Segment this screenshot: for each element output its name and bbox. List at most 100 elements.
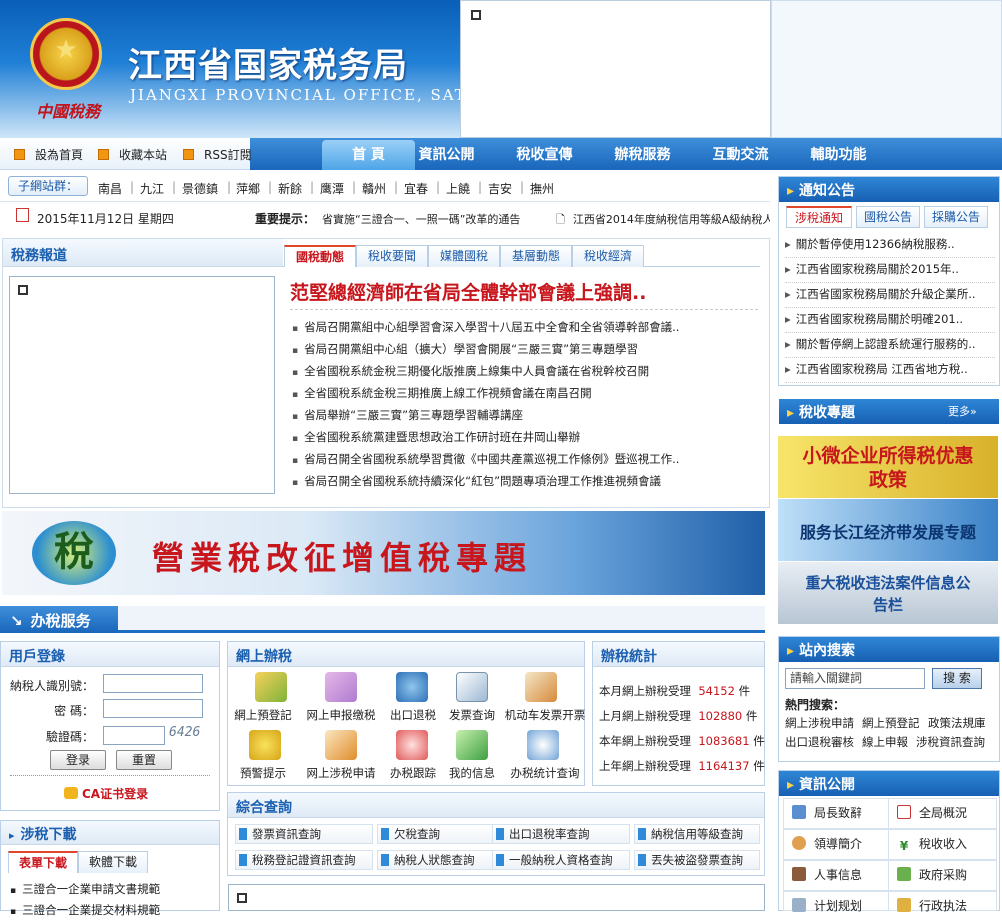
search-input[interactable]: 請輸入關鍵詞: [785, 668, 925, 689]
tab-tax-news[interactable]: 國稅動態: [284, 245, 356, 267]
hot-search-link[interactable]: 出口退稅審核: [785, 734, 854, 750]
vehicle-invoice-icon[interactable]: [525, 672, 557, 702]
reset-button[interactable]: 重置: [116, 750, 172, 770]
news-item[interactable]: 省局召開全省國稅系統學習貫徹《中國共產黨巡視工作條例》暨巡視工作..: [292, 451, 760, 467]
notice-item[interactable]: 江西省國家稅務局 江西省地方稅..: [785, 361, 995, 383]
city-link[interactable]: 吉安: [488, 180, 512, 197]
news-item[interactable]: 省局召開全省國稅系統持續深化“紅包”問題專項治理工作推進視頻會議: [292, 473, 760, 489]
info-link[interactable]: 局長致辭: [783, 798, 892, 829]
info-link[interactable]: 计划规划: [783, 891, 892, 913]
login-button[interactable]: 登录: [50, 750, 106, 770]
tab-software-download[interactable]: 軟體下載: [78, 851, 148, 873]
topic-banner-yangtze[interactable]: 服务长江经济带发展专题: [778, 499, 998, 561]
city-link[interactable]: 鹰潭: [320, 180, 344, 197]
declare-pay-icon[interactable]: [325, 672, 357, 702]
invoice-search-icon[interactable]: [456, 672, 488, 702]
tab-grassroots[interactable]: 基層動態: [500, 245, 572, 267]
query-link[interactable]: 丟失被盜發票查詢: [634, 850, 760, 870]
vat-reform-banner[interactable]: 稅 營業稅改征增值稅專題: [2, 511, 765, 595]
info-link[interactable]: 領導簡介: [783, 829, 892, 860]
nav-interaction[interactable]: 互動交流: [694, 140, 787, 170]
city-link[interactable]: 九江: [140, 180, 164, 197]
hot-search-link[interactable]: 網上涉稅申請: [785, 715, 854, 731]
news-item[interactable]: 全省國稅系統金稅三期優化版推廣上線集中人員會議在省稅幹校召開: [292, 363, 760, 379]
tab-economy[interactable]: 稅收經濟: [572, 245, 644, 267]
tip-link[interactable]: 🗋 江西省2014年度納稅信用等級A級納稅人名單: [556, 211, 770, 230]
topic-banner-violations[interactable]: 重大税收违法案件信息公告栏: [778, 562, 998, 624]
city-link[interactable]: 南昌: [98, 180, 122, 197]
nav-tax-service[interactable]: 辦稅服務: [596, 140, 689, 170]
info-link[interactable]: ¥ 稅收收入: [888, 829, 997, 860]
tax-apply-label[interactable]: 网上涉税申请: [301, 765, 381, 781]
download-item[interactable]: 三證合一企業提交材料規範: [10, 902, 160, 918]
nav-info-public[interactable]: 資訊公開: [400, 140, 493, 170]
city-link[interactable]: 景德鎮: [182, 180, 218, 197]
nav-aux[interactable]: 輔助功能: [792, 140, 885, 170]
pre-register-label[interactable]: 網上預登記: [223, 707, 303, 723]
notice-item[interactable]: 江西省國家稅務局關於2015年..: [785, 261, 995, 283]
city-link[interactable]: 撫州: [530, 180, 554, 197]
notice-item[interactable]: 江西省國家稅務局關於升級企業所..: [785, 286, 995, 308]
invoice-search-label[interactable]: 发票查询: [432, 707, 512, 723]
captcha-input[interactable]: [103, 726, 165, 745]
headline-link[interactable]: 范堅總經濟師在省局全體幹部會議上強調..: [290, 278, 646, 305]
news-item[interactable]: 全省國稅系統金稅三期推廣上線工作視頻會議在南昌召開: [292, 385, 760, 401]
captcha-image[interactable]: 6426: [169, 725, 200, 740]
notice-item[interactable]: 江西省國家稅務局關於明確201..: [785, 311, 995, 333]
hot-search-link[interactable]: 網上預登記: [862, 715, 920, 731]
query-link[interactable]: 一般納稅人資格查詢: [492, 850, 630, 870]
hot-search-link[interactable]: 涉稅資訊查詢: [916, 734, 985, 750]
nav-tax-promo[interactable]: 稅收宣傳: [498, 140, 591, 170]
news-item[interactable]: 省局召開黨組中心組學習會深入學習十八屆五中全會和全省領導幹部會議..: [292, 319, 760, 335]
topic-banner-small-biz[interactable]: 小微企业所得税优惠政策: [778, 436, 998, 498]
tab-tax-bulletin[interactable]: 國稅公告: [856, 206, 920, 228]
my-info-label[interactable]: 我的信息: [432, 765, 512, 781]
query-link[interactable]: 出口退稅率查詢: [492, 824, 630, 844]
more-link[interactable]: 更多»: [948, 403, 977, 419]
hot-search-link[interactable]: 線上申報: [862, 734, 908, 750]
tip-link[interactable]: 省實施“三證合一、一照一碼”改革的通告: [322, 211, 520, 227]
tab-media[interactable]: 媒體國稅: [428, 245, 500, 267]
vehicle-invoice-label[interactable]: 机动车发票开票: [503, 707, 587, 723]
set-homepage-link[interactable]: 設為首頁: [14, 146, 83, 163]
taxpayer-id-input[interactable]: [103, 674, 203, 693]
ca-cert-login-link[interactable]: CA证书登录: [64, 785, 148, 802]
track-icon[interactable]: [396, 730, 428, 760]
city-link[interactable]: 萍鄉: [236, 180, 260, 197]
city-link[interactable]: 上饒: [446, 180, 470, 197]
query-link[interactable]: 稅務登記證資訊查詢: [235, 850, 373, 870]
news-item[interactable]: 全省國稅系統黨建暨思想政治工作研討班在井岡山舉辦: [292, 429, 760, 445]
info-link[interactable]: 人事信息: [783, 860, 892, 891]
tab-procurement[interactable]: 採購公告: [924, 206, 988, 228]
my-info-icon[interactable]: [456, 730, 488, 760]
stats-query-label[interactable]: 办税统计查询: [503, 765, 587, 781]
tax-apply-icon[interactable]: [325, 730, 357, 760]
notice-item[interactable]: 關於暫停使用12366納稅服務..: [785, 236, 995, 258]
search-button[interactable]: 搜 索: [932, 668, 982, 689]
info-link[interactable]: 政府采购: [888, 860, 997, 891]
declare-pay-label[interactable]: 网上申报缴税: [301, 707, 381, 723]
tab-tax-notice[interactable]: 涉稅通知: [786, 206, 852, 228]
tab-form-download[interactable]: 表單下載: [8, 851, 78, 873]
tab-tax-headlines[interactable]: 稅收要聞: [356, 245, 428, 267]
rss-link[interactable]: RSS訂閱: [183, 146, 252, 163]
city-link[interactable]: 贛州: [362, 180, 386, 197]
info-link[interactable]: 行政执法: [888, 891, 997, 913]
export-refund-icon[interactable]: [396, 672, 428, 702]
query-link[interactable]: 納稅信用等級查詢: [634, 824, 760, 844]
pre-register-icon[interactable]: [255, 672, 287, 702]
city-link[interactable]: 新餘: [278, 180, 302, 197]
news-item[interactable]: 省局舉辦“三嚴三實”第三專題學習輔導講座: [292, 407, 760, 423]
password-input[interactable]: [103, 699, 203, 718]
stats-query-icon[interactable]: [527, 730, 559, 760]
notice-item[interactable]: 關於暫停網上認證系統運行服務的..: [785, 336, 995, 358]
warning-icon[interactable]: [249, 730, 281, 760]
hot-search-link[interactable]: 政策法規庫: [928, 715, 986, 731]
info-link[interactable]: 全局概況: [888, 798, 997, 829]
city-link[interactable]: 宜春: [404, 180, 428, 197]
bookmark-link[interactable]: 收藏本站: [98, 146, 167, 163]
news-item[interactable]: 省局召開黨組中心組（擴大）學習會開展“三嚴三實”第三專題學習: [292, 341, 760, 357]
download-item[interactable]: 三證合一企業申請文書規範: [10, 881, 160, 897]
warning-label[interactable]: 預警提示: [223, 765, 303, 781]
query-link[interactable]: 發票資訊查詢: [235, 824, 373, 844]
